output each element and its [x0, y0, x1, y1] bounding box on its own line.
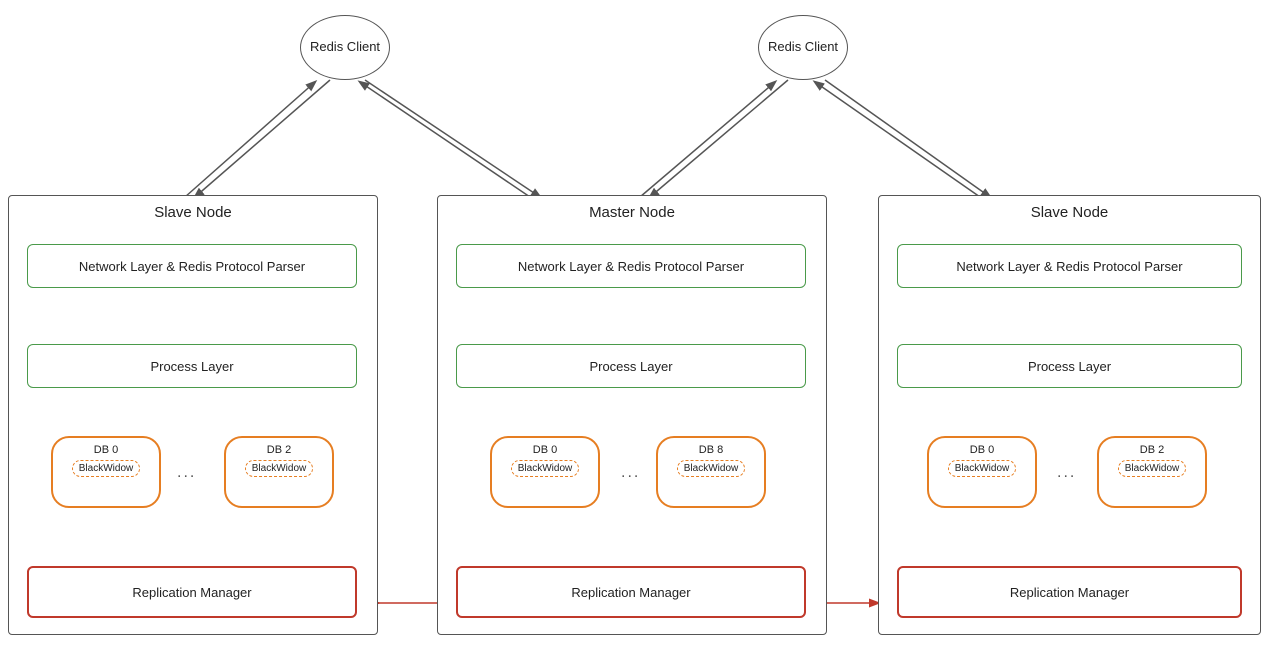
slave2-db2: DB 2 BlackWidow [1097, 436, 1207, 508]
redis-client-1: Redis Client [300, 15, 390, 80]
slave1-process-layer: Process Layer [27, 344, 357, 388]
master-node: Master Node Network Layer & Redis Protoc… [437, 195, 827, 635]
slave2-db0: DB 0 BlackWidow [927, 436, 1037, 508]
slave1-network-layer: Network Layer & Redis Protocol Parser [27, 244, 357, 288]
master-node-title: Master Node [438, 196, 826, 227]
slave2-dots: ... [1057, 464, 1076, 482]
master-network-layer: Network Layer & Redis Protocol Parser [456, 244, 806, 288]
slave1-db0: DB 0 BlackWidow [51, 436, 161, 508]
slave-node-2: Slave Node Network Layer & Redis Protoco… [878, 195, 1261, 635]
master-db8: DB 8 BlackWidow [656, 436, 766, 508]
master-process-layer: Process Layer [456, 344, 806, 388]
master-dots: ... [621, 464, 640, 482]
redis-client-2: Redis Client [758, 15, 848, 80]
slave2-network-layer: Network Layer & Redis Protocol Parser [897, 244, 1242, 288]
slave1-db2: DB 2 BlackWidow [224, 436, 334, 508]
slave-node-1-title: Slave Node [9, 196, 377, 227]
slave-node-1: Slave Node Network Layer & Redis Protoco… [8, 195, 378, 635]
diagram-container: Redis Client Redis Client Slave Node Net… [0, 0, 1269, 650]
slave1-dots: ... [177, 464, 196, 482]
slave-node-2-title: Slave Node [879, 196, 1260, 227]
slave2-process-layer: Process Layer [897, 344, 1242, 388]
slave2-replication-manager: Replication Manager [897, 566, 1242, 618]
master-replication-manager: Replication Manager [456, 566, 806, 618]
master-db0: DB 0 BlackWidow [490, 436, 600, 508]
slave1-replication-manager: Replication Manager [27, 566, 357, 618]
